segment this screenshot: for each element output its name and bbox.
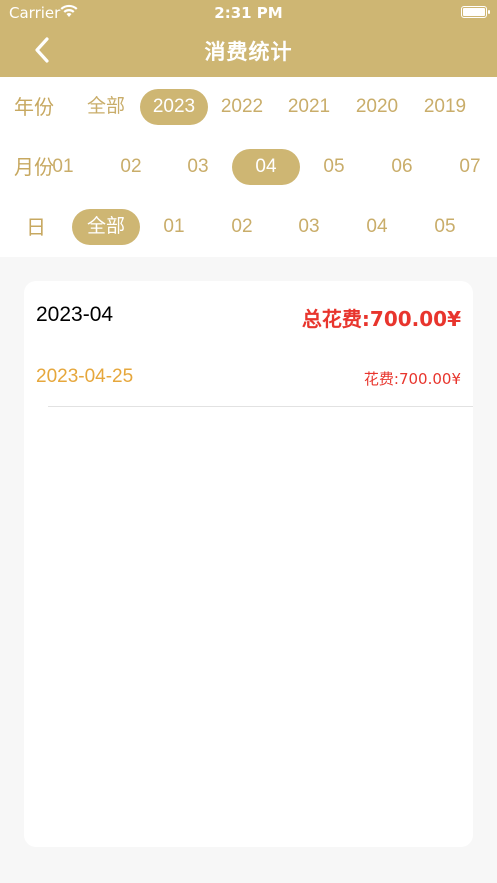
entry-date[interactable]: 2023-04-25 (36, 366, 133, 388)
summary-total: 总花费:700.00¥ (301, 307, 461, 331)
day-chip-04[interactable]: 04 (343, 209, 411, 245)
summary-month: 2023-04 (36, 303, 114, 326)
day-chip-all[interactable]: 全部 (72, 209, 140, 245)
battery-icon (461, 6, 490, 18)
year-filter-row: 全部 2023 2022 2021 2020 2019 年份 (0, 77, 497, 137)
day-chip-03[interactable]: 03 (275, 209, 343, 245)
day-chip-05[interactable]: 05 (411, 209, 479, 245)
year-chip-all[interactable]: 全部 (72, 89, 140, 125)
year-chip-2021[interactable]: 2021 (275, 89, 343, 125)
status-time: 2:31 PM (214, 4, 283, 22)
filter-panel: 全部 2023 2022 2021 2020 2019 年份 01 02 03 … (0, 77, 497, 257)
month-label: 月份 (14, 155, 54, 179)
month-chip-04[interactable]: 04 (232, 149, 300, 185)
year-chip-2019[interactable]: 2019 (411, 89, 479, 125)
month-chip-07[interactable]: 07 (436, 149, 497, 185)
month-filter-row: 01 02 03 04 05 06 07 月份 (0, 137, 497, 197)
day-chip-01[interactable]: 01 (140, 209, 208, 245)
year-label: 年份 (14, 77, 72, 137)
nav-bar: Carrier 2:31 PM 消费统计 (0, 0, 497, 77)
summary-card: 2023-04 总花费:700.00¥ 2023-04-25 花费:700.00… (24, 281, 473, 847)
entry-cost: 花费:700.00¥ (363, 370, 461, 388)
status-bar: Carrier 2:31 PM (0, 0, 497, 25)
month-chip-06[interactable]: 06 (368, 149, 436, 185)
day-filter-row: 日 全部 01 02 03 04 05 (0, 197, 497, 257)
day-chip-02[interactable]: 02 (208, 209, 276, 245)
year-chip-2022[interactable]: 2022 (208, 89, 276, 125)
divider (48, 406, 473, 407)
year-chip-2023[interactable]: 2023 (140, 89, 208, 125)
page-title: 消费统计 (204, 40, 293, 64)
month-chip-02[interactable]: 02 (97, 149, 165, 185)
month-chip-03[interactable]: 03 (164, 149, 232, 185)
month-chip-05[interactable]: 05 (300, 149, 368, 185)
year-chip-2020[interactable]: 2020 (343, 89, 411, 125)
